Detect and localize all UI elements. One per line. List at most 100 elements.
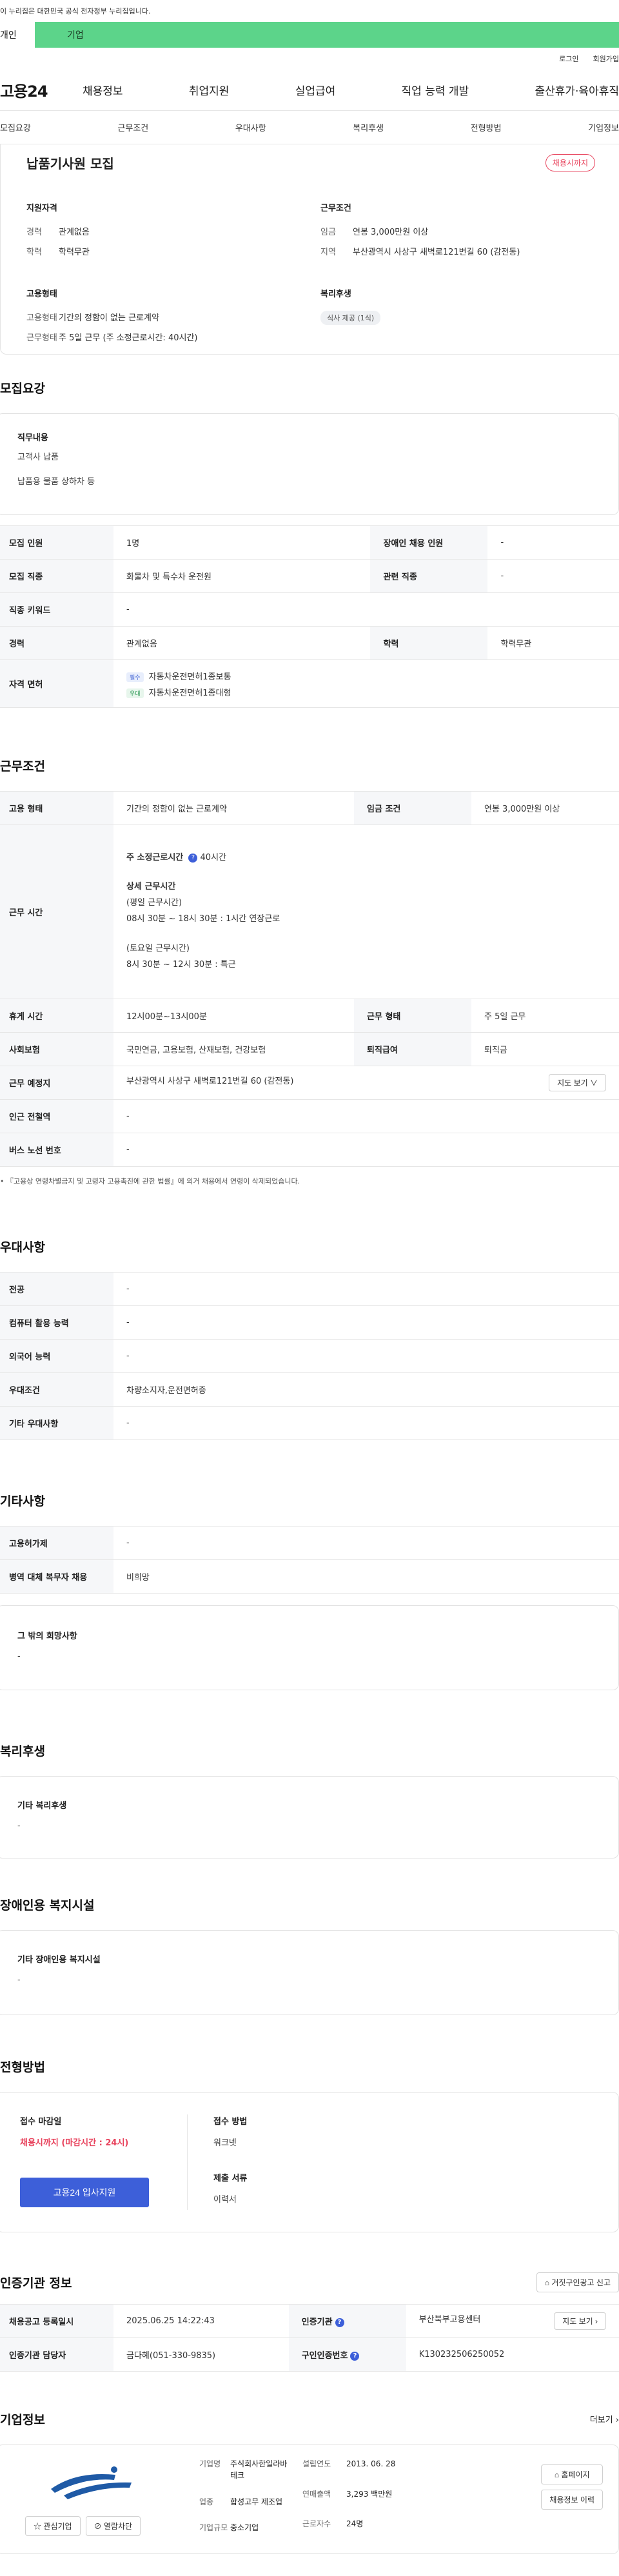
hours-title: 주 소정근로시간 [126, 853, 184, 863]
global-nav: 고용24 채용정보 취업지원 실업급여 직업 능력 개발 출산휴가·육아휴직 [0, 70, 619, 111]
cell-key: 근무 예정지 [0, 1066, 113, 1100]
info-icon[interactable]: ? [335, 2317, 344, 2327]
license-pref: 자동차운전면허1종대형 [148, 688, 231, 698]
cell-key: 컴퓨터 활용 능력 [0, 1305, 113, 1340]
cert-header: 인증기관 정보 ⌂ 거짓구인광고 신고 [0, 2272, 619, 2292]
scale-key: 기업규모 [199, 2523, 228, 2533]
hours-line: 08시 30분 ~ 18시 30분 : 1시간 연장근로 [126, 913, 280, 924]
subnav-selection[interactable]: 전형방법 [471, 121, 502, 133]
welfare-card-label: 기타 복리후생 [17, 1801, 67, 1811]
cell-value: - [113, 1272, 619, 1306]
agency-map-button[interactable]: 지도 보기 › [554, 2312, 606, 2330]
duty-line: 고객사 납품 [17, 453, 59, 462]
docs-label: 제출 서류 [213, 2174, 248, 2183]
place-cell: 부산광역시 사상구 새벽로121번길 60 (감전동) 지도 보기 ∨ [113, 1066, 619, 1100]
status-badge: 채용시까지 [545, 153, 595, 171]
place-value: 부산광역시 사상구 새벽로121번길 60 (감전동) [126, 1077, 294, 1086]
cell-key: 모집 직종 [0, 559, 113, 593]
job-title: 납품기사원 모집 [26, 155, 114, 171]
method-value: 워크넷 [213, 2138, 237, 2148]
other-heading: 기타사항 [0, 1494, 45, 1508]
docs-value: 이력서 [213, 2195, 237, 2205]
cert-heading: 인증기관 정보 [0, 2276, 72, 2290]
cond-label: 근무조건 [320, 204, 351, 213]
cell-value: - [113, 1339, 619, 1373]
company-heading: 기업정보 [0, 2413, 45, 2427]
career-value: 관계없음 [59, 228, 90, 237]
info-icon[interactable]: ? [188, 853, 198, 863]
company-info-col2: 설립연도 2013. 06. 28 연매출액 3,293 백만원 근로자수 24… [302, 2458, 430, 2541]
cell-key: 버스 노선 번호 [0, 1133, 113, 1167]
worktype-value: 주 5일 근무 (주 소정근로시간: 40시간) [59, 333, 198, 343]
hours-cell: 주 소정근로시간 ? 40시간 상세 근무시간 (평일 근무시간) 08시 30… [113, 825, 619, 999]
recruit-table: 모집 인원 1명 장애인 채용 인원 - 모집 직종 화물차 및 특수차 운전원… [0, 525, 619, 708]
career-key: 경력 [26, 228, 42, 237]
join-link[interactable]: 회원가입 [593, 54, 619, 64]
pref-tag: 우대 [126, 688, 144, 698]
tab-company[interactable]: 기업 [35, 22, 619, 48]
apply-button[interactable]: 고용24 입사지원 [20, 2178, 149, 2207]
qual-label: 지원자격 [26, 204, 57, 213]
sales-value: 3,293 백만원 [346, 2489, 393, 2499]
region-value: 부산광역시 사상구 새벽로121번길 60 (감전동) [353, 248, 520, 257]
recruit-heading: 모집요강 [0, 382, 45, 396]
gnb-item-parental-leave[interactable]: 출산휴가·육아휴직 [535, 82, 619, 98]
apply-card: 접수 마감일 채용시까지 (마감시간 : 24시) 고용24 입사지원 접수 방… [0, 2092, 619, 2232]
wish-value: - [17, 1652, 21, 1661]
subnav-preference[interactable]: 우대사항 [235, 121, 266, 133]
block-icon: ⊘ [93, 2522, 104, 2531]
table-row: 경력 관계없음 학력 학력무관 [0, 626, 619, 660]
agency-key-cell: 인증기관? [288, 2304, 406, 2338]
site-logo[interactable]: 고용24 [0, 79, 83, 101]
util-links: 로그인 회원가입 [0, 48, 619, 70]
hours-line: (토요일 근무시간) [126, 944, 190, 954]
company-info-col1: 기업명 주식회사한일라바 테크 업종 합성고무 제조업 기업규모 중소기업 [199, 2458, 302, 2541]
company-name-value: 주식회사한일라바 테크 [230, 2458, 302, 2488]
table-row: 채용공고 등록일시 2025.06.25 14:22:43 인증기관? 부산북부… [0, 2304, 619, 2338]
cell-key: 우대조건 [0, 1372, 113, 1407]
gnb-item-jobs[interactable]: 채용정보 [83, 82, 123, 98]
facility-card-value: - [17, 1975, 21, 1985]
cell-key: 임금 조건 [354, 791, 471, 825]
cell-key: 경력 [0, 626, 113, 660]
gnb-item-vocational-training[interactable]: 직업 능력 개발 [402, 82, 469, 98]
block-view-button[interactable]: ⊘ 열람차단 [85, 2516, 141, 2536]
duty-card: 직무내용 고객사 납품 납품용 물품 상하차 등 [0, 413, 619, 515]
agency-value: 부산북부고용센터 [418, 2315, 481, 2325]
favorite-company-button[interactable]: ☆ 관심기업 [25, 2516, 81, 2536]
company-more-link[interactable]: 더보기 › [590, 2413, 619, 2425]
pref-table: 전공 - 컴퓨터 활용 능력 - 외국어 능력 - 우대조건 차량소지자,운전면허증 기… [0, 1272, 619, 1440]
gnb-item-unemployment-benefit[interactable]: 실업급여 [295, 82, 336, 98]
subnav-company[interactable]: 기업정보 [588, 121, 619, 133]
subnav-work[interactable]: 근무조건 [117, 121, 148, 133]
company-links: ⌂ 홈페이지 채용정보 이력 [541, 2464, 603, 2541]
age-footnote: • 『고용상 연령차별금지 및 고령자 고용촉진에 관한 법률』에 의거 채용에… [0, 1177, 300, 1186]
gnb-item-employment-support[interactable]: 취업지원 [189, 82, 230, 98]
license-must: 자동차운전면허1종보통 [148, 672, 231, 682]
home-icon: ⌂ [554, 2470, 562, 2479]
login-link[interactable]: 로그인 [559, 54, 578, 64]
table-row: 인증기관 담당자 금다혜(051-330-9835) 구인인증번호? K1302… [0, 2337, 619, 2372]
homepage-button[interactable]: ⌂ 홈페이지 [541, 2464, 603, 2484]
welfare-heading: 복리후생 [0, 1744, 45, 1759]
job-history-button[interactable]: 채용정보 이력 [541, 2490, 603, 2510]
cell-key: 근무 형태 [354, 999, 471, 1033]
cell-value: 12시00분~13시00분 [113, 999, 354, 1033]
welfare-card: 기타 복리후생 - [0, 1776, 619, 1859]
company-card: ☆ 관심기업 ⊘ 열람차단 기업명 주식회사한일라바 테크 업종 합성고무 제조업… [0, 2444, 619, 2554]
favorite-company-label: 관심기업 [43, 2522, 72, 2531]
subnav-recruit[interactable]: 모집요강 [0, 121, 31, 133]
cell-value: 비희망 [113, 1559, 619, 1594]
wage-value: 연봉 3,000만원 이상 [353, 228, 429, 237]
work-heading: 근무조건 [0, 759, 45, 774]
info-icon[interactable]: ? [350, 2351, 360, 2361]
report-ad-button[interactable]: ⌂ 거짓구인광고 신고 [536, 2272, 619, 2292]
emp-label: 고용형태 [26, 289, 57, 299]
cell-key: 고용 형태 [0, 791, 113, 825]
map-toggle-button[interactable]: 지도 보기 ∨ [549, 1074, 606, 1091]
home-icon: ⌂ [544, 2278, 552, 2287]
subnav-welfare[interactable]: 복리후생 [353, 121, 384, 133]
star-icon: ☆ [34, 2522, 44, 2531]
license-cell: 필수 자동차운전면허1종보통 우대 자동차운전면허1종대형 [113, 659, 619, 708]
tab-personal[interactable]: 개인 [0, 22, 35, 48]
